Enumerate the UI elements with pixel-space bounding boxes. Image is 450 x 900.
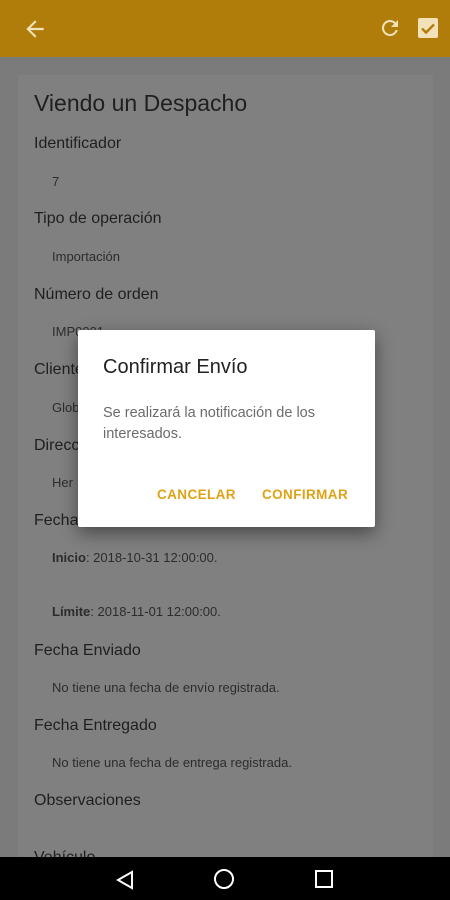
fecha-label: Fecha (34, 512, 79, 529)
entregado-value: No tiene una fecha de entrega registrada… (52, 755, 292, 770)
enviado-label: Fecha Enviado (34, 642, 141, 659)
orden-label: Número de orden (34, 286, 159, 303)
nav-home-icon[interactable] (213, 868, 235, 890)
identificador-value: 7 (52, 174, 60, 189)
arrow-back-icon[interactable] (22, 16, 48, 42)
enviado-value: No tiene una fecha de envío registrada. (52, 680, 280, 695)
nav-back-icon[interactable] (114, 869, 136, 891)
limite-value: : 2018-11-01 12:00:00. (90, 604, 221, 619)
tipo-value: Importación (52, 249, 120, 264)
limite-label: Límite (52, 604, 91, 619)
refresh-icon[interactable] (378, 16, 402, 40)
confirm-dialog: Confirmar Envío Se realizará la notifica… (78, 330, 375, 527)
observaciones-label: Observaciones (34, 792, 141, 809)
identificador-label: Identificador (34, 135, 122, 152)
dialog-title: Confirmar Envío (103, 356, 248, 378)
cancel-button[interactable]: CANCELAR (157, 487, 236, 502)
confirm-button[interactable]: CONFIRMAR (262, 487, 348, 502)
app-bar (0, 0, 450, 57)
tipo-label: Tipo de operación (34, 210, 162, 227)
cliente-label: Cliente (34, 361, 84, 378)
limite-row: Límite: 2018-11-01 12:00:00. (52, 604, 221, 619)
vehiculo-label: Vehículo (34, 849, 95, 857)
inicio-label: Inicio (52, 550, 86, 565)
nav-recents-icon[interactable] (314, 869, 334, 889)
entregado-label: Fecha Entregado (34, 717, 157, 734)
page-title: Viendo un Despacho (34, 90, 248, 116)
system-nav-bar (0, 857, 450, 900)
direccion-value: Her (52, 475, 73, 490)
dialog-message: Se realizará la notificación de los inte… (103, 405, 315, 442)
inicio-value: : 2018-10-31 12:00:00. (85, 550, 218, 565)
inicio-row: Inicio: 2018-10-31 12:00:00. (52, 550, 218, 565)
checkbox-icon[interactable] (416, 16, 440, 40)
